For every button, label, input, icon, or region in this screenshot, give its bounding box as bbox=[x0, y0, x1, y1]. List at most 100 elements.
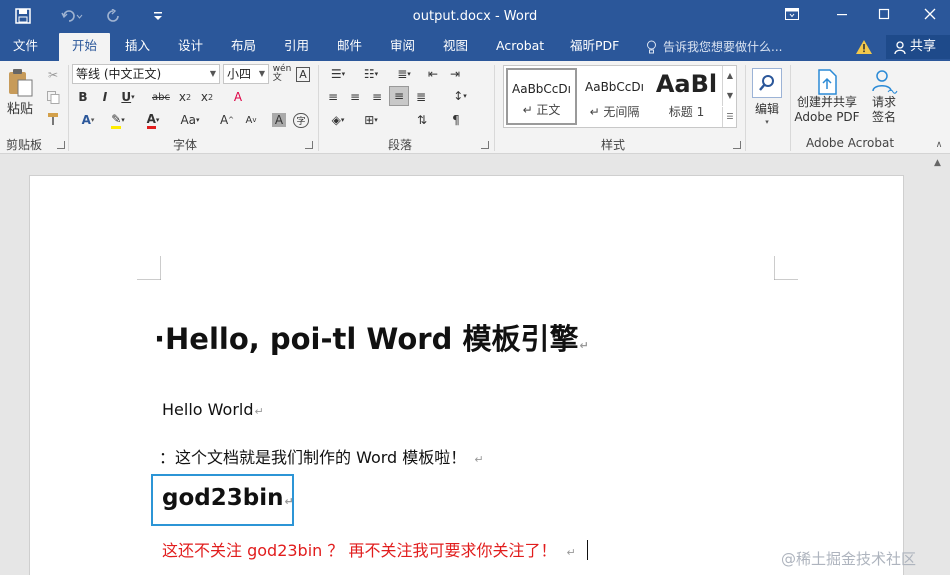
align-right-icon[interactable]: ≡ bbox=[367, 87, 387, 107]
font-launcher[interactable] bbox=[305, 141, 313, 149]
text-effects-icon[interactable]: A ▾ bbox=[76, 110, 100, 130]
hello-text: Hello World bbox=[162, 400, 254, 419]
style-no-spacing-preview: AaBbCcDı bbox=[585, 80, 644, 94]
tell-me-search[interactable]: 告诉我您想要做什么... bbox=[646, 38, 782, 55]
italic-icon[interactable]: I bbox=[97, 87, 113, 107]
underline-icon[interactable]: U ▾ bbox=[119, 87, 137, 107]
tab-insert[interactable]: 插入 bbox=[123, 33, 152, 61]
person-icon bbox=[894, 40, 906, 54]
tab-view[interactable]: 视图 bbox=[441, 33, 470, 61]
tab-references[interactable]: 引用 bbox=[282, 33, 311, 61]
watermark: @稀土掘金技术社区 bbox=[781, 550, 917, 568]
styles-launcher[interactable] bbox=[733, 141, 741, 149]
numbering-icon[interactable]: ☷ ▾ bbox=[357, 64, 385, 84]
styles-more-icon[interactable]: ☰ bbox=[722, 107, 737, 127]
multilevel-list-icon[interactable]: ≣ ▾ bbox=[390, 64, 418, 84]
subscript-icon[interactable]: x2 bbox=[175, 87, 195, 107]
shrink-font-icon[interactable]: Av bbox=[243, 110, 259, 130]
paragraph-launcher[interactable] bbox=[481, 141, 489, 149]
maximize-icon[interactable] bbox=[873, 6, 895, 26]
acrobat-group-label: Adobe Acrobat bbox=[805, 136, 895, 150]
align-left-icon[interactable]: ≡ bbox=[323, 87, 343, 107]
intro-line[interactable]: ：这个文档就是我们制作的 Word 模板啦！ ↵ bbox=[159, 444, 484, 468]
editing-button[interactable]: 编辑 ▾ bbox=[750, 64, 784, 128]
shading-icon[interactable]: ◈ ▾ bbox=[324, 110, 352, 130]
phonetic-guide-icon[interactable]: wén 文 bbox=[272, 64, 292, 84]
copy-icon[interactable] bbox=[44, 88, 62, 106]
enclose-characters-icon[interactable]: 字 bbox=[292, 110, 310, 130]
chinese-layout-icon[interactable]: ↕ ▾ bbox=[446, 86, 474, 106]
character-border-icon[interactable]: A bbox=[294, 64, 312, 84]
bullets-icon[interactable]: ☰ ▾ bbox=[324, 64, 352, 84]
tell-me-text: 告诉我您想要做什么... bbox=[663, 40, 783, 54]
increase-indent-icon[interactable]: ⇥ bbox=[446, 64, 464, 84]
cut-icon[interactable]: ✂ bbox=[44, 66, 62, 84]
crop-mark-top-left bbox=[137, 256, 161, 280]
author-line[interactable]: god23bin↵ bbox=[162, 485, 294, 511]
format-painter-icon[interactable] bbox=[44, 110, 62, 128]
change-case-icon[interactable]: Aa ▾ bbox=[175, 110, 205, 130]
tab-mailings[interactable]: 邮件 bbox=[335, 33, 364, 61]
borders-icon[interactable]: ⊞ ▾ bbox=[357, 110, 385, 130]
ribbon-tabs: 文件 开始 插入 设计 布局 引用 邮件 审阅 视图 Acrobat 福昕PDF… bbox=[0, 33, 950, 61]
tab-foxit-pdf[interactable]: 福昕PDF bbox=[568, 33, 621, 61]
request-signature-button[interactable]: 请求 签名 bbox=[864, 64, 904, 130]
align-center-icon[interactable]: ≡ bbox=[345, 87, 365, 107]
justify-icon[interactable]: ≡ bbox=[389, 86, 409, 106]
minimize-icon[interactable] bbox=[831, 6, 853, 26]
text-cursor bbox=[587, 540, 588, 560]
tab-home[interactable]: 开始 bbox=[59, 33, 111, 61]
grow-font-icon[interactable]: A ^ bbox=[219, 110, 235, 130]
collapse-ribbon-icon[interactable]: ∧ bbox=[932, 139, 946, 151]
superscript-icon[interactable]: x2 bbox=[197, 87, 217, 107]
magnifier-icon bbox=[759, 74, 774, 91]
editing-label: 编辑 bbox=[754, 101, 779, 116]
style-normal[interactable]: AaBbCcDı ↵ 正文 bbox=[506, 68, 577, 125]
tab-layout[interactable]: 布局 bbox=[229, 33, 258, 61]
create-share-pdf-button[interactable]: 创建并共享 Adobe PDF bbox=[793, 64, 861, 130]
styles-scroll-up-icon[interactable]: ▲ bbox=[722, 66, 737, 86]
tab-design[interactable]: 设计 bbox=[176, 33, 205, 61]
heading-text: ·Hello, poi-tl Word 模板引擎 bbox=[154, 322, 579, 356]
character-shading-icon[interactable]: A bbox=[270, 110, 288, 130]
document-heading[interactable]: ·Hello, poi-tl Word 模板引擎↵ bbox=[154, 316, 589, 358]
decrease-indent-icon[interactable]: ⇤ bbox=[424, 64, 442, 84]
strikethrough-icon[interactable]: abc bbox=[149, 87, 173, 107]
font-size-combo[interactable]: 小四 ▼ bbox=[223, 64, 269, 84]
font-color-icon[interactable]: A ▾ bbox=[141, 110, 165, 130]
bold-icon[interactable]: B bbox=[75, 87, 91, 107]
style-heading-1[interactable]: AaBl 标题 1 bbox=[651, 68, 722, 125]
style-no-spacing-name: ↵ 无间隔 bbox=[589, 105, 640, 119]
ribbon: 粘贴 ✂ 剪贴板 等线 (中文正文) ▼ 小四 ▼ wén 文 A B I U ▾ ab… bbox=[0, 61, 950, 154]
create-share-label: 创建并共享 bbox=[796, 95, 857, 109]
clear-formatting-icon[interactable]: A bbox=[228, 87, 248, 107]
tab-acrobat[interactable]: Acrobat bbox=[494, 33, 546, 61]
tab-review[interactable]: 审阅 bbox=[388, 33, 417, 61]
red-text-line[interactable]: 这还不关注 god23bin ？ 再不关注我可要求你关注了！ ↵ bbox=[162, 537, 576, 561]
share-button[interactable]: 共享 bbox=[886, 35, 950, 59]
close-icon[interactable] bbox=[919, 6, 941, 26]
hello-world-line[interactable]: Hello World↵ bbox=[162, 400, 264, 419]
pdf-share-icon bbox=[818, 69, 837, 95]
styles-scroll-down-icon[interactable]: ▼ bbox=[722, 86, 737, 106]
paste-button[interactable]: 粘贴 bbox=[3, 64, 37, 120]
document-page[interactable]: ·Hello, poi-tl Word 模板引擎↵ Hello World↵ ：… bbox=[29, 175, 904, 575]
paragraph-group-label: 段落 bbox=[387, 138, 412, 152]
font-group-label: 字体 bbox=[172, 138, 197, 152]
highlight-icon[interactable]: ✎ ▾ bbox=[106, 110, 130, 130]
distributed-icon[interactable]: ≣ bbox=[411, 87, 431, 107]
clipboard-launcher[interactable] bbox=[57, 141, 65, 149]
vertical-scrollbar[interactable]: ▲ bbox=[930, 154, 950, 575]
font-name-combo[interactable]: 等线 (中文正文) ▼ bbox=[72, 64, 220, 84]
style-no-spacing[interactable]: AaBbCcDı ↵ 无间隔 bbox=[579, 68, 650, 125]
ribbon-display-options-icon[interactable] bbox=[781, 6, 803, 26]
warning-icon[interactable] bbox=[856, 40, 872, 54]
share-label: 共享 bbox=[910, 39, 937, 54]
tab-file[interactable]: 文件 bbox=[11, 33, 40, 61]
show-marks-icon[interactable]: ¶ bbox=[446, 110, 466, 130]
sort-icon[interactable]: ⇅ bbox=[412, 110, 432, 130]
scroll-up-icon[interactable]: ▲ bbox=[934, 158, 941, 168]
sign-label: 签名 bbox=[871, 110, 896, 124]
crop-mark-top-right bbox=[774, 256, 798, 280]
style-normal-preview: AaBbCcDı bbox=[512, 82, 571, 96]
